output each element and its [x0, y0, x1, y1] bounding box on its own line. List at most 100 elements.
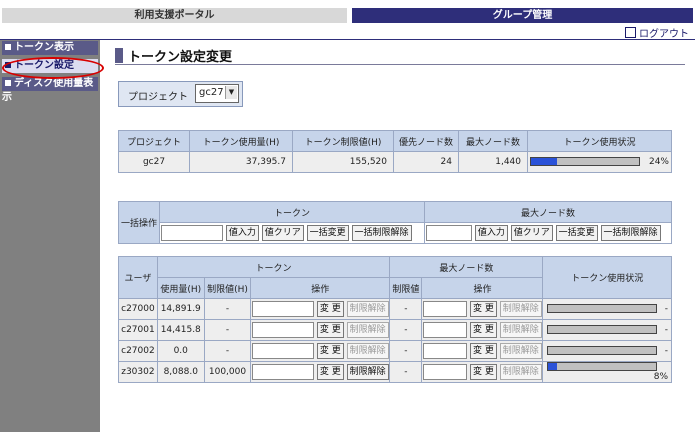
user-used: 14,891.9 [156, 298, 205, 320]
user-token-release-button[interactable]: 制限解除 [346, 343, 389, 359]
user-status: - [542, 319, 672, 341]
summary-usage: 24% [527, 151, 672, 173]
user-limit: - [203, 298, 252, 320]
sidebar-item-token-view[interactable]: トークン表示 [2, 41, 98, 55]
user-id: c27000 [118, 298, 158, 320]
user-token-change-button[interactable]: 変 更 [316, 343, 344, 359]
square-bullet-icon [5, 44, 11, 50]
user-node-op: 変 更 制限解除 [421, 361, 544, 383]
users-header-status: トークン使用状況 [542, 256, 672, 299]
bulk-nodes-release-button[interactable]: 一括制限解除 [600, 225, 661, 241]
bulk-token-release-button[interactable]: 一括制限解除 [351, 225, 412, 241]
users-sub-op: 操作 [250, 277, 391, 299]
user-token-input[interactable] [251, 364, 314, 380]
user-limit: 100,000 [203, 361, 252, 383]
user-token-op: 変 更 制限解除 [250, 340, 391, 362]
chevron-down-icon[interactable]: ▼ [225, 86, 237, 99]
user-status: - [542, 298, 672, 320]
user-node-change-button[interactable]: 変 更 [470, 343, 497, 359]
bulk-token-input[interactable] [161, 225, 223, 241]
logout-link[interactable]: ログアウト [625, 25, 689, 40]
users-table: ユーザ トークン 最大ノード数 トークン使用状況 使用量(H) 制限値(H) 操… [118, 256, 672, 383]
user-node-input[interactable] [423, 301, 468, 317]
user-node-release-button[interactable]: 制限解除 [499, 343, 542, 359]
usage-bar-fill [548, 363, 558, 370]
users-sub-used: 使用量(H) [156, 277, 205, 299]
users-sub-node-op: 操作 [421, 277, 544, 299]
summary-header: トークン使用状況 [527, 130, 672, 152]
user-token-input[interactable] [251, 301, 314, 317]
user-status: 8% [542, 361, 672, 383]
table-row: z30302 8,088.0 100,000 変 更 制限解除 - 変 更 制限… [118, 361, 672, 383]
tab-portal[interactable]: 利用支援ポータル [2, 8, 347, 23]
bulk-nodes-clear-button[interactable]: 値クリア [510, 225, 553, 241]
summary-max-nodes: 1,440 [458, 151, 528, 173]
user-id: c27001 [118, 319, 158, 341]
page-title: トークン設定変更 [128, 50, 233, 65]
user-node-release-button[interactable]: 制限解除 [499, 301, 542, 317]
bulk-token-input-button[interactable]: 値入力 [225, 225, 259, 241]
user-node-change-button[interactable]: 変 更 [470, 322, 497, 338]
user-node-limit: - [389, 361, 423, 383]
user-id: z30302 [118, 361, 158, 383]
usage-bar-fill [531, 158, 557, 165]
table-row: c27002 0.0 - 変 更 制限解除 - 変 更 制限解除 - [118, 340, 672, 362]
summary-priority-nodes: 24 [393, 151, 459, 173]
logout-label: ログアウト [639, 29, 689, 40]
user-limit: - [203, 340, 252, 362]
usage-percent: - [664, 325, 668, 335]
user-node-op: 変 更 制限解除 [421, 298, 544, 320]
user-node-op: 変 更 制限解除 [421, 319, 544, 341]
user-node-input[interactable] [423, 322, 468, 338]
user-id: c27002 [118, 340, 158, 362]
user-node-limit: - [389, 340, 423, 362]
user-node-limit: - [389, 319, 423, 341]
sidebar-item-disk-usage[interactable]: ディスク使用量表示 [2, 77, 98, 103]
user-status: - [542, 340, 672, 362]
tab-group-management[interactable]: グループ管理 [352, 8, 693, 23]
user-node-change-button[interactable]: 変 更 [470, 364, 497, 380]
bulk-nodes-change-button[interactable]: 一括変更 [555, 225, 598, 241]
usage-percent: - [664, 304, 668, 314]
users-header-nodes: 最大ノード数 [389, 256, 544, 278]
user-token-release-button[interactable]: 制限解除 [346, 364, 389, 380]
title-underline [115, 64, 685, 65]
users-header-user: ユーザ [118, 256, 158, 299]
summary-header: トークン使用量(H) [189, 130, 293, 152]
square-bullet-icon [5, 80, 11, 86]
sidebar [0, 40, 100, 432]
user-token-release-button[interactable]: 制限解除 [346, 322, 389, 338]
user-node-change-button[interactable]: 変 更 [470, 301, 497, 317]
user-limit: - [203, 319, 252, 341]
bulk-token-cell: 値入力 値クリア 一括変更 一括制限解除 [159, 222, 425, 244]
sidebar-item-label: トークン表示 [14, 42, 74, 53]
usage-bar [547, 362, 658, 371]
bulk-token-header: トークン [159, 201, 425, 223]
user-node-input[interactable] [423, 343, 468, 359]
user-token-change-button[interactable]: 変 更 [316, 301, 344, 317]
user-token-release-button[interactable]: 制限解除 [346, 301, 389, 317]
bulk-nodes-cell: 値入力 値クリア 一括変更 一括制限解除 [424, 222, 672, 244]
user-token-change-button[interactable]: 変 更 [316, 322, 344, 338]
users-header-token: トークン [156, 256, 391, 278]
bulk-table: 一括操作 トークン 最大ノード数 値入力 値クリア 一括変更 一括制限解除 値入… [118, 201, 672, 244]
bulk-nodes-input[interactable] [426, 225, 472, 241]
bulk-token-clear-button[interactable]: 値クリア [261, 225, 304, 241]
bulk-nodes-input-button[interactable]: 値入力 [474, 225, 508, 241]
summary-limit: 155,520 [292, 151, 394, 173]
summary-header: トークン制限値(H) [292, 130, 394, 152]
user-node-input[interactable] [423, 364, 468, 380]
logout-icon [625, 27, 636, 38]
usage-bar [547, 346, 658, 355]
usage-bar [547, 304, 658, 313]
user-node-release-button[interactable]: 制限解除 [499, 322, 542, 338]
title-marker [115, 48, 123, 63]
bulk-token-change-button[interactable]: 一括変更 [306, 225, 349, 241]
user-token-change-button[interactable]: 変 更 [316, 364, 344, 380]
user-used: 14,415.8 [156, 319, 205, 341]
summary-header: 最大ノード数 [458, 130, 528, 152]
user-token-input[interactable] [251, 343, 314, 359]
user-node-release-button[interactable]: 制限解除 [499, 364, 542, 380]
project-select[interactable]: gc27 ▼ [195, 84, 239, 103]
user-token-input[interactable] [251, 322, 314, 338]
